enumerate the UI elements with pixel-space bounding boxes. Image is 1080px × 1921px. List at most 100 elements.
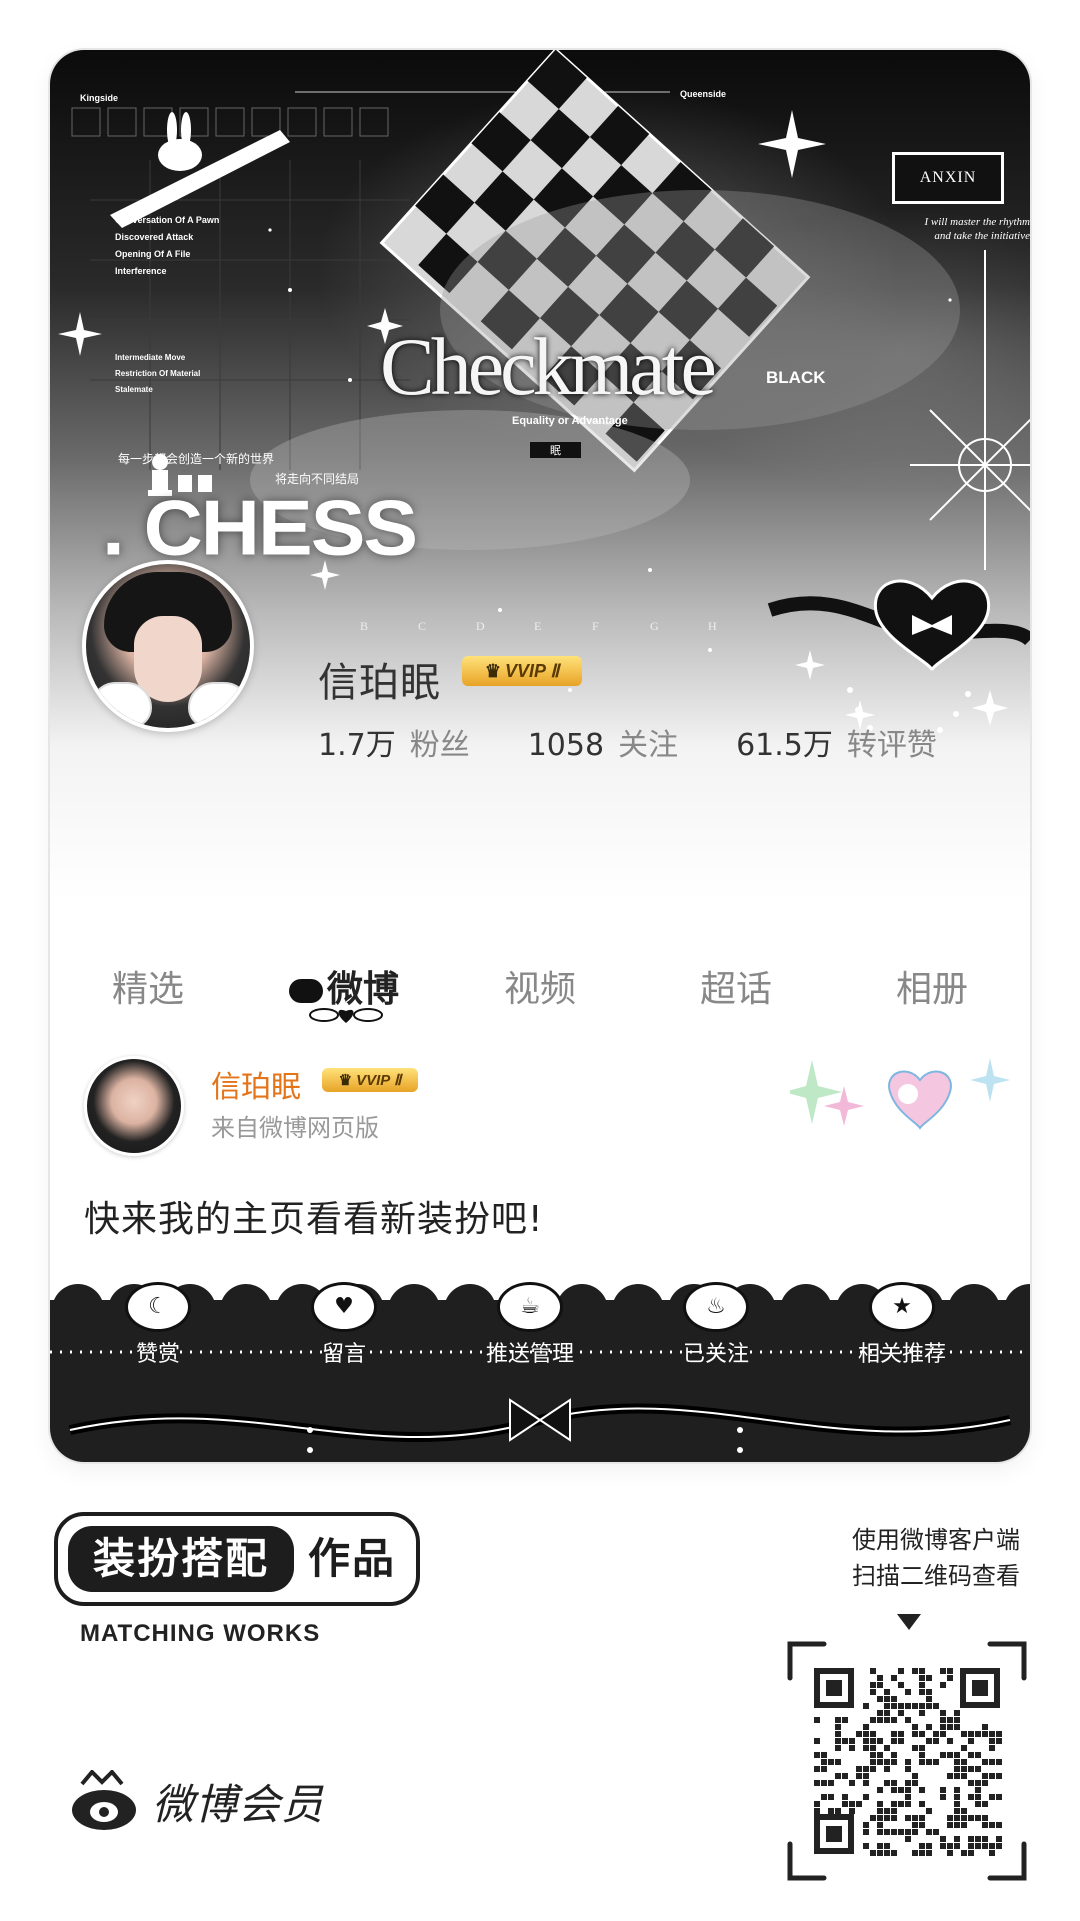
post-text: 快来我的主页看看新装扮吧!: [84, 1199, 544, 1240]
qr-module: [961, 1850, 967, 1856]
qr-module: [814, 1801, 820, 1807]
qr-module: [968, 1850, 974, 1856]
qr-module: [835, 1773, 841, 1779]
qr-module: [912, 1822, 918, 1828]
qr-module: [870, 1682, 876, 1688]
stat-fans[interactable]: 1.7万 粉丝: [318, 720, 470, 764]
chess-title: . CHESS: [102, 485, 418, 572]
profile-avatar[interactable]: [82, 560, 254, 732]
action-push-manage[interactable]: ☕ 推送管理: [450, 1282, 610, 1368]
svg-text:G: G: [650, 619, 659, 633]
tab-supertopic[interactable]: 超话: [638, 960, 834, 1012]
qr-module: [863, 1843, 869, 1849]
profile-name: 信珀眠: [318, 660, 441, 706]
action-comment[interactable]: ♥ 留言: [264, 1282, 424, 1368]
qr-module: [863, 1773, 869, 1779]
svg-text:B: B: [360, 619, 368, 633]
tab-video[interactable]: 视频: [442, 960, 638, 1012]
qr-module: [856, 1773, 862, 1779]
qr-module: [961, 1731, 967, 1737]
paw-left-icon: [90, 682, 152, 728]
action-followed[interactable]: ♨ 已关注: [636, 1282, 796, 1368]
qr-module: [877, 1829, 883, 1835]
qr-module: [891, 1801, 897, 1807]
qr-module: [989, 1843, 995, 1849]
qr-module: [996, 1731, 1002, 1737]
post-decoration-sticker: [790, 1058, 1010, 1130]
qr-module: [947, 1843, 953, 1849]
weibo-vip-logo: 微博会员: [68, 1770, 324, 1832]
post-author-avatar[interactable]: [84, 1056, 184, 1156]
qr-module: [863, 1829, 869, 1835]
qr-module: [842, 1738, 848, 1744]
qr-module: [842, 1717, 848, 1723]
qr-module: [954, 1752, 960, 1758]
qr-module: [814, 1808, 820, 1814]
qr-module: [940, 1787, 946, 1793]
post-vip-badge[interactable]: ♛ VVIP Ⅱ: [322, 1068, 418, 1092]
qr-module: [996, 1759, 1002, 1765]
works-pill: 装扮搭配: [68, 1526, 294, 1592]
qr-module: [968, 1731, 974, 1737]
qr-module: [933, 1703, 939, 1709]
qr-module: [870, 1738, 876, 1744]
qr-module: [849, 1808, 855, 1814]
qr-module: [814, 1752, 820, 1758]
qr-module: [975, 1780, 981, 1786]
checkmate-title: Checkmate: [380, 321, 717, 412]
qr-module: [989, 1759, 995, 1765]
action-reward[interactable]: ☾ 赞赏: [78, 1282, 238, 1368]
qr-module: [870, 1766, 876, 1772]
stat-likes[interactable]: 61.5万 转评赞: [736, 720, 937, 764]
tab-featured[interactable]: 精选: [50, 960, 246, 1012]
qr-module: [912, 1668, 918, 1674]
qr-module: [968, 1780, 974, 1786]
qr-module: [898, 1731, 904, 1737]
qr-module: [912, 1703, 918, 1709]
post-author-name[interactable]: 信珀眠: [211, 1062, 301, 1106]
qr-module: [989, 1731, 995, 1737]
qr-module: [821, 1780, 827, 1786]
stat-following[interactable]: 1058 关注: [528, 720, 678, 764]
qr-module: [884, 1850, 890, 1856]
svg-text:E: E: [534, 619, 541, 633]
qr-module: [891, 1829, 897, 1835]
winged-heart-icon: ♥: [311, 1282, 377, 1332]
qr-module: [856, 1731, 862, 1737]
qr-module: [884, 1689, 890, 1695]
action-recommend[interactable]: ★ 相关推荐: [822, 1282, 982, 1368]
qr-module: [891, 1675, 897, 1681]
qr-module: [926, 1843, 932, 1849]
qr-module: [842, 1801, 848, 1807]
profile-banner: B C D E F G H Kingside Queenside Conversation…: [50, 50, 1030, 900]
qr-module: [940, 1682, 946, 1688]
qr-module: [982, 1724, 988, 1730]
anxin-logo: ANXIN: [892, 152, 1004, 204]
mini-label: 眠: [530, 442, 581, 458]
qr-module: [905, 1759, 911, 1765]
qr-module: [877, 1850, 883, 1856]
crown-icon: ♛: [484, 660, 501, 681]
qr-module: [905, 1717, 911, 1723]
qr-module: [898, 1710, 904, 1716]
qr-module: [891, 1759, 897, 1765]
action-label: 赞赏: [135, 1342, 180, 1367]
scan-line: 扫描二维码查看: [852, 1562, 1020, 1590]
lesson-item: Stalemate: [115, 385, 153, 394]
qr-module: [877, 1717, 883, 1723]
qr-code[interactable]: [784, 1638, 1030, 1884]
qr-module: [947, 1822, 953, 1828]
qr-module: [926, 1850, 932, 1856]
svg-text:H: H: [708, 619, 717, 633]
qr-module: [975, 1787, 981, 1793]
qr-module: [954, 1773, 960, 1779]
qr-module: [926, 1829, 932, 1835]
qr-module: [919, 1745, 925, 1751]
vip-badge[interactable]: ♛ VVIP Ⅱ: [462, 656, 582, 686]
tab-album[interactable]: 相册: [834, 960, 1030, 1012]
qr-module: [940, 1794, 946, 1800]
lesson-item: Conversation Of A Pawn: [115, 215, 220, 225]
moon-icon: ☾: [125, 1282, 191, 1332]
qr-module: [870, 1689, 876, 1695]
qr-module: [919, 1822, 925, 1828]
